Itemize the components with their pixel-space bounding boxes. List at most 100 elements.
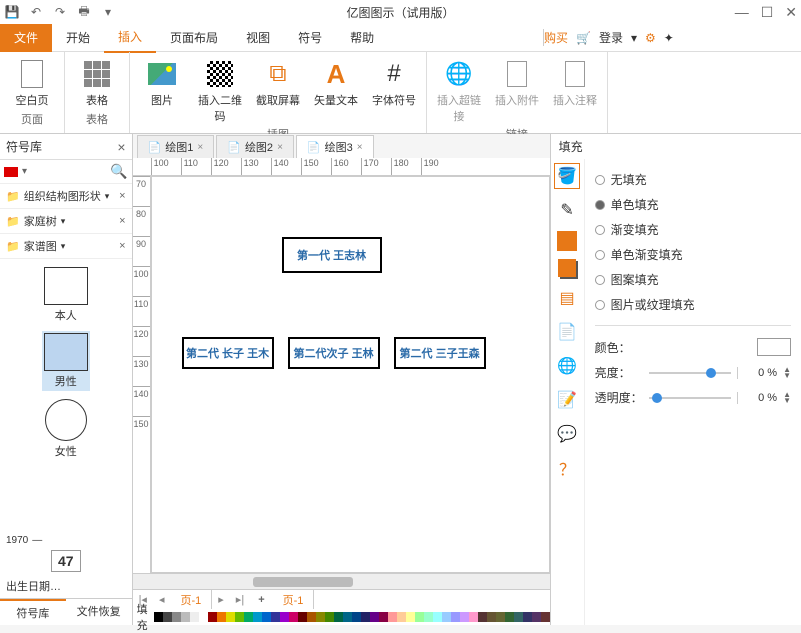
color-swatch-item[interactable]: [424, 612, 433, 622]
doc-tab[interactable]: 📄绘图2×: [216, 135, 294, 158]
color-swatch-item[interactable]: [541, 612, 550, 622]
fill-option[interactable]: 单色填充: [595, 192, 791, 217]
shape-circle[interactable]: 女性: [43, 397, 89, 461]
layers-icon[interactable]: ▤: [554, 285, 580, 311]
diagram-node[interactable]: 第二代 长子 王木: [182, 337, 274, 369]
category-item[interactable]: 📁组织结构图形状▾×: [0, 184, 132, 209]
gear-icon[interactable]: ⚙: [645, 31, 656, 45]
color-swatch-item[interactable]: [523, 612, 532, 622]
cart-icon[interactable]: 🛒: [576, 31, 591, 45]
canvas[interactable]: 第一代 王志林第二代 长子 王木第二代次子 王林第二代 三子王森: [151, 176, 550, 573]
left-tab-symbols[interactable]: 符号库: [0, 599, 66, 625]
diagram-node[interactable]: 第一代 王志林: [282, 237, 382, 273]
shape-box-male[interactable]: 男性: [42, 331, 90, 391]
close-button[interactable]: ✕: [785, 4, 797, 21]
ribbon-A-button[interactable]: A矢量文本: [312, 56, 360, 124]
page-tab[interactable]: 页-1: [273, 590, 315, 610]
color-swatch-item[interactable]: [199, 612, 208, 622]
opacity-spinner[interactable]: ▲▼: [783, 392, 791, 404]
fill-option[interactable]: 单色渐变填充: [595, 242, 791, 267]
color-swatch-item[interactable]: [226, 612, 235, 622]
menu-start[interactable]: 开始: [52, 23, 104, 52]
color-swatch-item[interactable]: [469, 612, 478, 622]
year-value[interactable]: 47: [51, 550, 81, 572]
ribbon-crop-button[interactable]: ⧉截取屏幕: [254, 56, 302, 124]
color-swatch-item[interactable]: [514, 612, 523, 622]
menu-symbol[interactable]: 符号: [284, 23, 336, 52]
color-swatch-item[interactable]: [217, 612, 226, 622]
color-swatch-item[interactable]: [280, 612, 289, 622]
color-swatch-item[interactable]: [406, 612, 415, 622]
globe-icon[interactable]: 🌐: [554, 353, 580, 379]
comment-icon[interactable]: 💬: [554, 421, 580, 447]
left-tab-recovery[interactable]: 文件恢复: [66, 599, 132, 625]
category-close-icon[interactable]: ×: [119, 240, 125, 252]
color-swatch-item[interactable]: [253, 612, 262, 622]
ribbon-doc-button[interactable]: 插入附件: [493, 56, 541, 124]
ribbon-img-button[interactable]: 图片: [138, 56, 186, 124]
ribbon-globe-button[interactable]: 🌐插入超链接: [435, 56, 483, 124]
horizontal-scrollbar[interactable]: [133, 573, 550, 589]
color-swatch-item[interactable]: [271, 612, 280, 622]
note-icon[interactable]: 📝: [554, 387, 580, 413]
color-swatch-icon[interactable]: [557, 231, 577, 251]
color-swatch-item[interactable]: [352, 612, 361, 622]
diagram-node[interactable]: 第二代 三子王森: [394, 337, 486, 369]
fill-bucket-icon[interactable]: 🪣: [554, 163, 580, 189]
color-swatch-item[interactable]: [433, 612, 442, 622]
page-next-icon[interactable]: ▸: [212, 593, 230, 606]
shadow-icon[interactable]: [558, 259, 576, 277]
opacity-value[interactable]: 0 %: [737, 392, 777, 404]
ribbon-hash-button[interactable]: #字体符号: [370, 56, 418, 124]
language-flag-icon[interactable]: [4, 167, 18, 177]
color-swatch-item[interactable]: [478, 612, 487, 622]
category-close-icon[interactable]: ×: [119, 190, 125, 202]
tab-close-icon[interactable]: ×: [357, 142, 363, 153]
ribbon-page-button[interactable]: 空白页: [8, 56, 56, 109]
color-swatch-item[interactable]: [316, 612, 325, 622]
page-prev-icon[interactable]: ◂: [153, 593, 171, 606]
category-close-icon[interactable]: ×: [119, 215, 125, 227]
color-swatch-item[interactable]: [388, 612, 397, 622]
color-swatch-item[interactable]: [532, 612, 541, 622]
color-swatch-item[interactable]: [154, 612, 163, 622]
category-item[interactable]: 📁家谱图▾×: [0, 234, 132, 259]
color-swatch-item[interactable]: [244, 612, 253, 622]
page-icon[interactable]: 📄: [554, 319, 580, 345]
color-swatch-item[interactable]: [163, 612, 172, 622]
pen-icon[interactable]: ✎: [554, 197, 580, 223]
color-swatch-item[interactable]: [505, 612, 514, 622]
opacity-slider[interactable]: [649, 397, 732, 399]
color-swatch-item[interactable]: [343, 612, 352, 622]
color-swatch[interactable]: [757, 338, 791, 356]
language-dropdown-icon[interactable]: ▾: [22, 166, 27, 177]
qat-redo-icon[interactable]: ↷: [52, 4, 68, 20]
color-swatch-item[interactable]: [370, 612, 379, 622]
menu-layout[interactable]: 页面布局: [156, 23, 232, 52]
doc-tab[interactable]: 📄绘图1×: [137, 135, 215, 158]
brightness-slider[interactable]: [649, 372, 732, 374]
diagram-node[interactable]: 第二代次子 王林: [288, 337, 380, 369]
tab-close-icon[interactable]: ×: [277, 142, 283, 153]
color-swatch-item[interactable]: [415, 612, 424, 622]
minimize-button[interactable]: —: [735, 4, 749, 21]
color-swatch-item[interactable]: [190, 612, 199, 622]
ribbon-note-button[interactable]: 插入注释: [551, 56, 599, 124]
shape-library-close-icon[interactable]: ×: [117, 139, 125, 155]
color-swatch-item[interactable]: [496, 612, 505, 622]
chevron-down-icon[interactable]: ▾: [631, 31, 637, 45]
menu-help[interactable]: 帮助: [336, 23, 388, 52]
shape-box[interactable]: 本人: [42, 265, 90, 325]
qat-save-icon[interactable]: 💾: [4, 4, 20, 20]
color-swatch-item[interactable]: [307, 612, 316, 622]
color-swatch-item[interactable]: [172, 612, 181, 622]
qat-undo-icon[interactable]: ↶: [28, 4, 44, 20]
menu-file[interactable]: 文件: [0, 23, 52, 52]
color-swatch-item[interactable]: [397, 612, 406, 622]
login-link[interactable]: 登录: [599, 29, 623, 46]
fill-option[interactable]: 图片或纹理填充: [595, 292, 791, 317]
doc-tab[interactable]: 📄绘图3×: [296, 135, 374, 158]
menu-view[interactable]: 视图: [232, 23, 284, 52]
category-item[interactable]: 📁家庭树▾×: [0, 209, 132, 234]
color-swatch-item[interactable]: [289, 612, 298, 622]
